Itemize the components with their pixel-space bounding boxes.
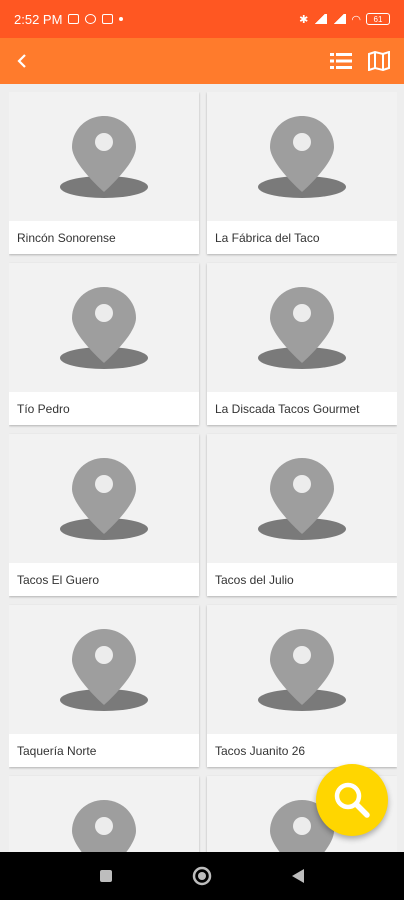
place-name: Rincón Sonorense	[17, 230, 116, 245]
app-notification-icon	[85, 14, 97, 24]
map-pin-placeholder-icon	[258, 115, 346, 198]
place-image	[9, 263, 199, 392]
map-pin-placeholder-icon	[72, 799, 136, 852]
home-circle-icon[interactable]	[190, 864, 214, 888]
place-card[interactable]: La Discada Tacos Gourmet	[207, 263, 397, 425]
battery-level: 61	[373, 14, 383, 24]
signal-icon-2	[332, 14, 347, 24]
map-pin-placeholder-icon	[258, 286, 346, 369]
bluetooth-icon: ✱	[299, 13, 309, 26]
map-pin-placeholder-icon	[60, 628, 148, 711]
place-card[interactable]: Rincón Sonorense	[9, 92, 199, 254]
place-card[interactable]: Tacos Juanito 26	[207, 605, 397, 767]
map-pin-placeholder-icon	[60, 457, 148, 540]
place-name: Taquería Norte	[17, 743, 97, 758]
place-card[interactable]: Tacos El Guero	[9, 434, 199, 596]
place-name: La Fábrica del Taco	[215, 230, 320, 245]
screen-notification-icon	[102, 14, 114, 24]
search-icon	[334, 782, 370, 818]
place-card[interactable]: Taquería Norte	[9, 605, 199, 767]
map-pin-placeholder-icon	[258, 628, 346, 711]
place-card[interactable]: Tacos del Julio	[207, 434, 397, 596]
system-nav-bar	[0, 852, 404, 900]
search-button[interactable]	[316, 764, 388, 836]
back-arrow-icon[interactable]	[8, 46, 38, 76]
place-image	[9, 92, 199, 221]
places-grid: Rincón Sonorense La Fábrica del Taco Tío P…	[9, 92, 397, 852]
place-image	[207, 92, 397, 221]
battery-icon: 61	[366, 13, 390, 25]
map-pin-placeholder-icon	[60, 115, 148, 198]
place-name: Tío Pedro	[17, 401, 70, 416]
place-image	[9, 434, 199, 563]
wifi-icon: ◠	[351, 13, 361, 26]
place-image	[207, 263, 397, 392]
place-image	[207, 605, 397, 734]
place-image	[9, 776, 199, 852]
place-name: Tacos del Julio	[215, 572, 294, 587]
place-name: Tacos El Guero	[17, 572, 100, 587]
gmail-notification-icon	[68, 14, 80, 24]
back-triangle-icon[interactable]	[286, 864, 310, 888]
status-bar: 2:52 PM ✱ ◠ 61	[0, 0, 404, 38]
place-name: Tacos Juanito 26	[215, 743, 306, 758]
place-image	[9, 605, 199, 734]
signal-icon	[313, 14, 328, 24]
list-view-icon[interactable]	[328, 48, 354, 74]
map-pin-placeholder-icon	[60, 286, 148, 369]
place-card[interactable]	[9, 776, 199, 852]
place-card[interactable]: La Fábrica del Taco	[207, 92, 397, 254]
more-notifications-dot-icon	[119, 17, 124, 21]
status-time: 2:52 PM	[14, 11, 63, 27]
app-bar	[0, 38, 404, 84]
map-pin-placeholder-icon	[258, 457, 346, 540]
recents-square-icon[interactable]	[94, 864, 118, 888]
place-card[interactable]: Tío Pedro	[9, 263, 199, 425]
map-icon[interactable]	[366, 48, 392, 74]
place-name: La Discada Tacos Gourmet	[215, 401, 360, 416]
place-image	[207, 434, 397, 563]
